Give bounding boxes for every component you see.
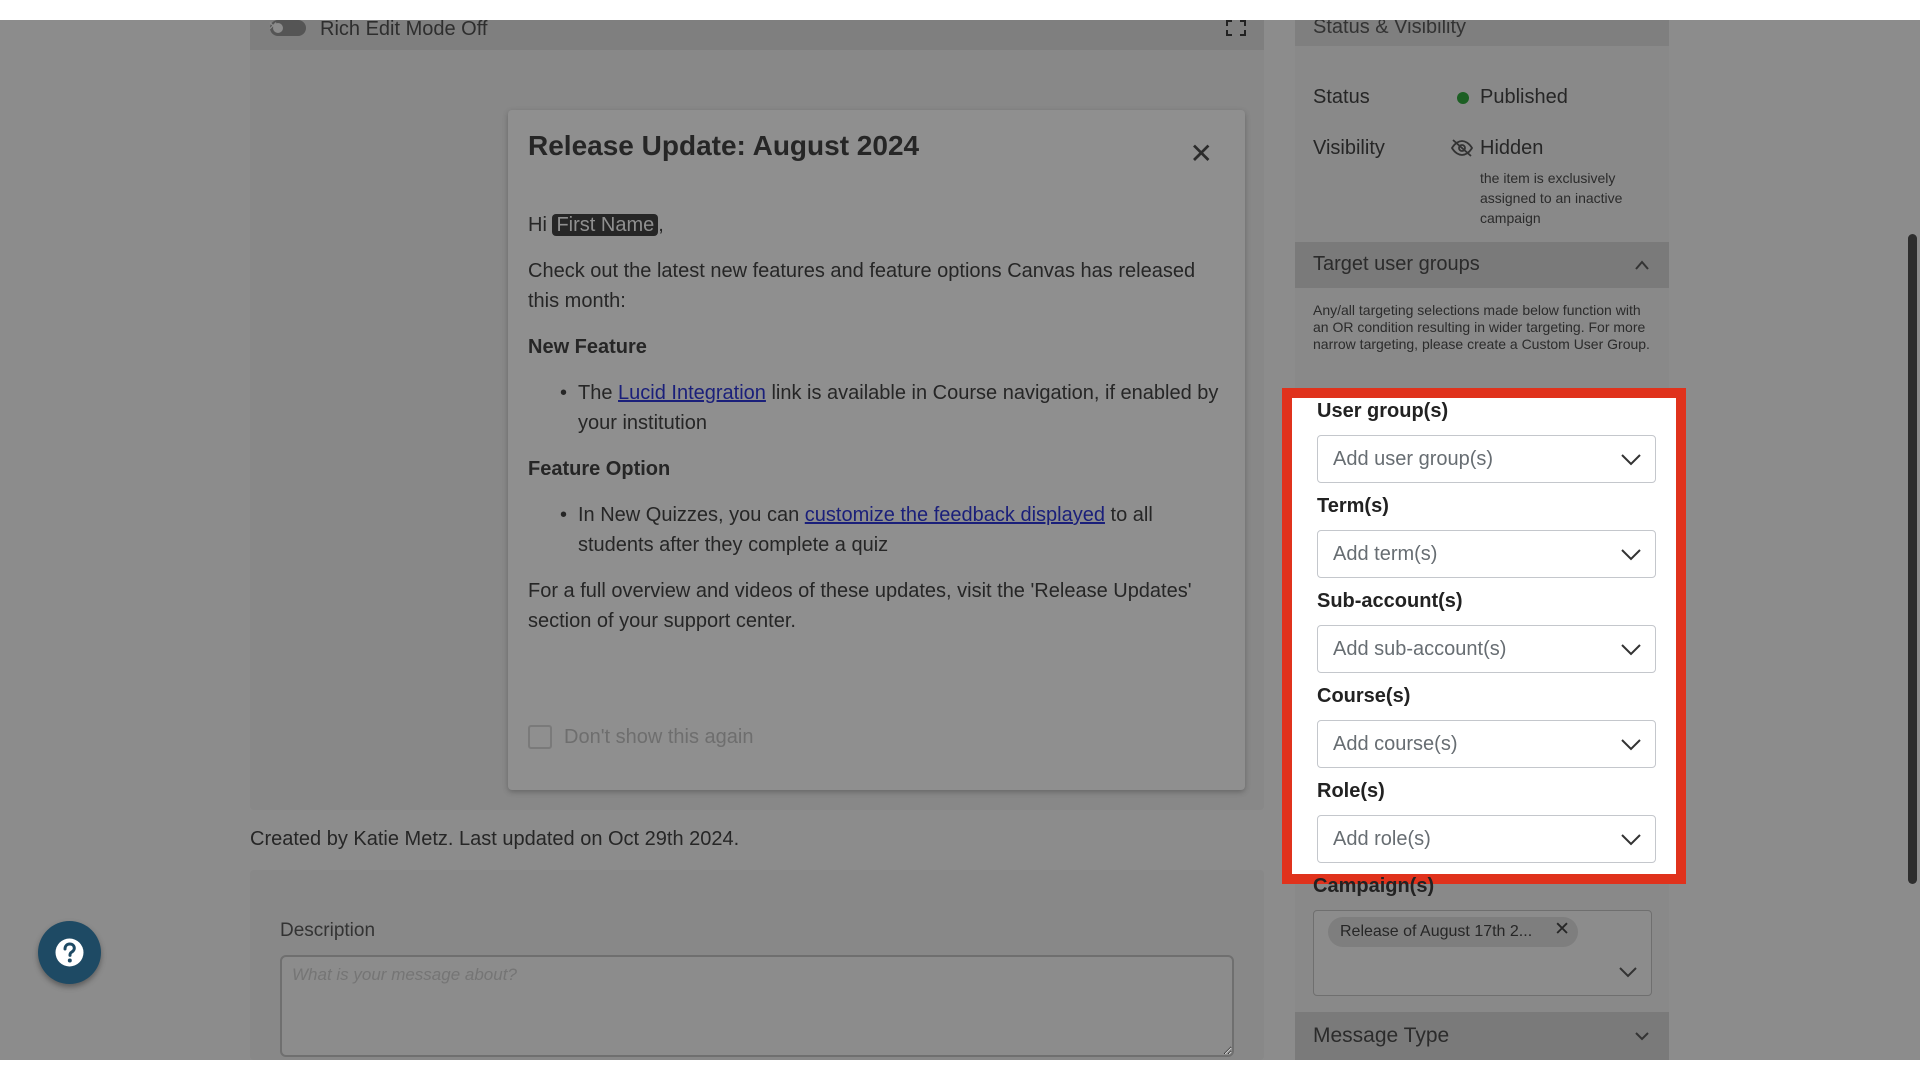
release-update-modal: Release Update: August 2024 ✕ Hi First N…	[508, 110, 1245, 790]
terms-select[interactable]: Add term(s)	[1317, 530, 1656, 578]
target-user-groups-header[interactable]: Target user groups	[1295, 242, 1669, 288]
description-label: Description	[280, 920, 376, 941]
description-input[interactable]	[280, 955, 1234, 1057]
dont-show-again[interactable]: Don't show this again	[528, 725, 753, 749]
campaigns-select[interactable]: Release of August 17th 2... ✕	[1313, 910, 1652, 996]
chevron-down-icon	[1621, 549, 1641, 561]
list-item-text: The	[578, 382, 619, 404]
campaign-chip: Release of August 17th 2... ✕	[1328, 917, 1578, 947]
terms-label: Term(s)	[1317, 495, 1389, 517]
question-icon	[55, 938, 84, 967]
courses-label: Course(s)	[1317, 685, 1411, 707]
feature-option-list: In New Quizzes, you can customize the fe…	[560, 500, 1228, 560]
page-scrollbar[interactable]	[1905, 20, 1920, 1060]
intro-text: Check out the latest new features and fe…	[528, 260, 1196, 312]
chevron-down-icon	[1621, 454, 1641, 466]
list-item: In New Quizzes, you can customize the fe…	[560, 500, 1228, 560]
app-screen: ✕ Rich Edit Mode Off Release Update: Aug…	[0, 20, 1920, 1060]
created-by-text: Created by Katie Metz. Last updated on O…	[250, 828, 740, 850]
status-visibility-header[interactable]: Status & Visibility	[1295, 20, 1669, 46]
sub-accounts-select[interactable]: Add sub-account(s)	[1317, 625, 1656, 673]
roles-label: Role(s)	[1317, 780, 1385, 802]
toggle-off-icon: ✕	[268, 20, 279, 33]
first-name-placeholder: First Name	[552, 214, 659, 236]
close-icon[interactable]: ✕	[1190, 140, 1213, 168]
modal-body: Hi First Name, Check out the latest new …	[528, 210, 1228, 652]
user-groups-placeholder: Add user group(s)	[1333, 448, 1494, 470]
sub-accounts-label: Sub-account(s)	[1317, 590, 1463, 612]
chevron-up-icon	[1635, 260, 1649, 270]
status-visibility-panel: Status Published Visibility Hidden the i…	[1295, 46, 1669, 242]
status-value: Published	[1480, 86, 1568, 108]
scrollbar-thumb[interactable]	[1908, 234, 1917, 884]
dont-show-label: Don't show this again	[564, 725, 754, 748]
remove-campaign-icon[interactable]: ✕	[1554, 920, 1570, 939]
chevron-down-icon	[1621, 739, 1641, 751]
user-groups-label: User group(s)	[1317, 400, 1449, 422]
greeting: Hi First Name,	[528, 210, 1228, 240]
dont-show-checkbox[interactable]	[528, 725, 552, 749]
description-panel: Description	[250, 870, 1264, 1060]
status-visibility-heading: Status & Visibility	[1313, 20, 1467, 38]
courses-select[interactable]: Add course(s)	[1317, 720, 1656, 768]
editor-toolbar: ✕ Rich Edit Mode Off	[250, 20, 1264, 50]
chevron-down-icon	[1635, 1032, 1649, 1041]
greeting-suffix: ,	[658, 214, 664, 236]
courses-placeholder: Add course(s)	[1333, 733, 1458, 755]
campaign-chip-label: Release of August 17th 2...	[1340, 923, 1533, 940]
visibility-value: Hidden	[1480, 137, 1544, 159]
customize-feedback-link[interactable]: customize the feedback displayed	[805, 504, 1105, 526]
eye-slash-icon	[1450, 139, 1474, 157]
feature-option-heading: Feature Option	[528, 458, 671, 480]
list-item-text: In New Quizzes, you can	[578, 504, 805, 526]
chevron-down-icon	[1621, 834, 1641, 846]
new-feature-list: The Lucid Integration link is available …	[560, 378, 1228, 438]
help-button[interactable]	[38, 921, 101, 984]
new-feature-heading: New Feature	[528, 336, 647, 358]
status-label: Status	[1313, 86, 1370, 108]
expand-icon[interactable]	[1226, 20, 1246, 36]
message-type-header[interactable]: Message Type	[1295, 1012, 1669, 1060]
visibility-label: Visibility	[1313, 137, 1385, 159]
list-item: The Lucid Integration link is available …	[560, 378, 1228, 438]
chevron-down-icon	[1619, 967, 1637, 978]
user-groups-select[interactable]: Add user group(s)	[1317, 435, 1656, 483]
greeting-prefix: Hi	[528, 214, 553, 236]
message-type-heading: Message Type	[1313, 1024, 1450, 1047]
chevron-down-icon	[1621, 644, 1641, 656]
visibility-note: the item is exclusively assigned to an i…	[1480, 170, 1623, 226]
targeting-fields-highlight: User group(s) Add user group(s) Term(s) …	[1282, 388, 1686, 884]
terms-placeholder: Add term(s)	[1333, 543, 1438, 565]
roles-select[interactable]: Add role(s)	[1317, 815, 1656, 863]
targeting-note: Any/all targeting selections made below …	[1313, 302, 1650, 352]
sub-accounts-placeholder: Add sub-account(s)	[1333, 638, 1507, 660]
outro-text: For a full overview and videos of these …	[528, 580, 1192, 632]
roles-placeholder: Add role(s)	[1333, 828, 1431, 850]
lucid-integration-link[interactable]: Lucid Integration	[618, 382, 766, 404]
target-user-groups-heading: Target user groups	[1313, 253, 1480, 275]
campaigns-label: Campaign(s)	[1313, 875, 1435, 897]
rich-edit-label: Rich Edit Mode Off	[320, 20, 488, 40]
published-dot-icon	[1457, 92, 1469, 104]
modal-title: Release Update: August 2024	[528, 130, 920, 161]
